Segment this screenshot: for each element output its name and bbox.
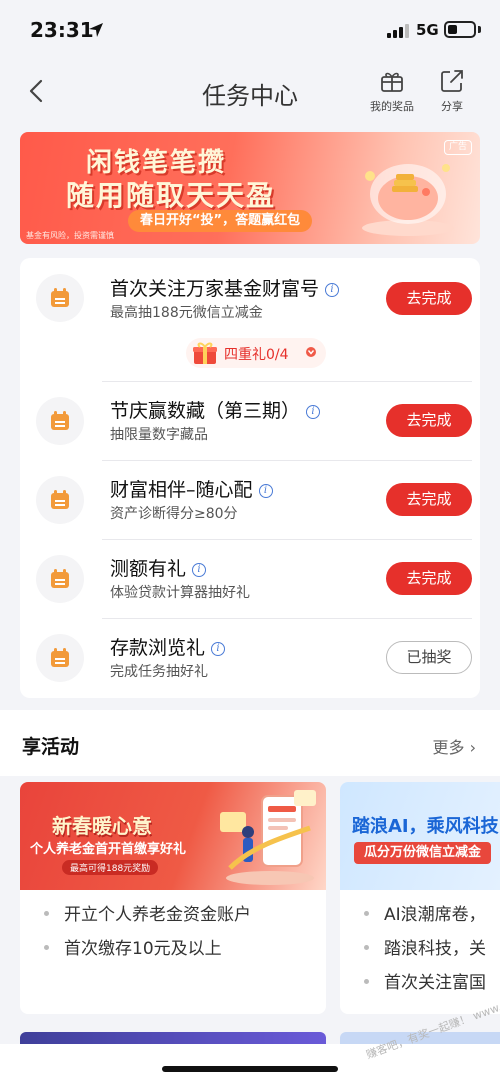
banner-subheadline: 随用随取天天盈 [66, 179, 277, 212]
info-icon[interactable]: i [306, 404, 321, 419]
next-section-peek [20, 1032, 326, 1044]
my-prizes-label: 我的奖品 [370, 100, 414, 113]
task-item: 节庆赢数藏（第三期） i 抽限量数字藏品 去完成 [20, 382, 480, 460]
info-icon[interactable]: i [258, 483, 273, 498]
info-icon[interactable]: i [325, 282, 340, 297]
activity-banner-title: 新春暖心意 [52, 814, 152, 838]
task-title-text: 节庆赢数藏（第三期） [110, 400, 301, 422]
calendar-icon [51, 490, 69, 509]
nav-bar: 任务中心 我的奖品 分享 [0, 62, 500, 122]
calendar-icon [51, 411, 69, 430]
activity-item: 开立个人养老金资金账户 [64, 905, 251, 925]
activity-item: 首次关注富国 [384, 973, 486, 993]
bullet-dot [364, 945, 369, 950]
share-button[interactable]: 分享 [422, 68, 482, 114]
activity-banner-subtitle: 瓜分万份微信立减金 [354, 842, 492, 864]
cellular-signal-icon [387, 24, 409, 38]
task-subtitle: 资产诊断得分≥80分 [110, 506, 238, 522]
activity-card[interactable]: 踏浪AI，乘风科技 瓜分万份微信立减金 AI浪潮席卷， 踏浪科技，关 首次关注富… [340, 782, 500, 1014]
bullet-dot [44, 945, 49, 950]
home-indicator[interactable] [162, 1066, 338, 1072]
promo-banner[interactable]: 闲钱笔笔攒 随用随取天天盈 春日开好“投”，答题赢红包 基金有风险，投资需谨慎 … [20, 132, 480, 244]
activity-banner-subtitle: 个人养老金首开首缴享好礼 [30, 842, 187, 857]
chevron-down-icon [306, 347, 316, 357]
info-icon[interactable]: i [211, 641, 226, 656]
piggy-bank-illustration [362, 164, 454, 236]
task-item: 财富相伴–随心配 i 资产诊断得分≥80分 去完成 [20, 461, 480, 539]
bullet-dot [44, 911, 49, 916]
activity-card[interactable]: 新春暖心意 个人养老金首开首缴享好礼 最高可得188元奖励 开立个人养老金资金账… [20, 782, 326, 1014]
home-bar-area [0, 1044, 500, 1083]
task-subtitle: 最高抽188元微信立减金 [110, 305, 263, 321]
task-subtitle: 体验贷款计算器抽好礼 [110, 585, 250, 601]
info-icon[interactable]: i [192, 562, 207, 577]
go-complete-button[interactable]: 去完成 [386, 404, 472, 437]
battery-icon [444, 21, 476, 38]
go-complete-button[interactable]: 去完成 [386, 282, 472, 315]
activity-banner: 踏浪AI，乘风科技 瓜分万份微信立减金 [340, 782, 500, 890]
my-prizes-button[interactable]: 我的奖品 [362, 68, 422, 114]
calendar-icon [51, 569, 69, 588]
gift-box-icon [193, 342, 217, 364]
task-title: 存款浏览礼 i [110, 633, 226, 660]
calendar-icon [51, 288, 69, 307]
task-list: 首次关注万家基金财富号 i 最高抽188元微信立减金 去完成 四重礼0/4 节庆… [20, 258, 480, 698]
bullet-dot [364, 979, 369, 984]
task-item: 存款浏览礼 i 完成任务抽好礼 已抽奖 [20, 619, 480, 697]
network-type: 5G [416, 21, 439, 39]
task-subtitle: 完成任务抽好礼 [110, 664, 208, 680]
task-subtitle: 抽限量数字藏品 [110, 427, 208, 443]
chevron-right-icon: › [469, 738, 476, 757]
task-title-text: 财富相伴–随心配 [110, 479, 253, 501]
task-item: 首次关注万家基金财富号 i 最高抽188元微信立减金 去完成 [20, 258, 480, 336]
section-title: 享活动 [22, 736, 80, 758]
task-item: 测额有礼 i 体验贷款计算器抽好礼 去完成 [20, 540, 480, 618]
task-icon-circle [36, 476, 84, 524]
banner-ribbon: 春日开好“投”，答题赢红包 [128, 210, 313, 232]
activity-banner-note: 最高可得188元奖励 [62, 860, 159, 875]
go-complete-button[interactable]: 去完成 [386, 483, 472, 516]
task-title-text: 存款浏览礼 [110, 637, 206, 659]
activity-item: 踏浪科技，关 [384, 939, 486, 959]
task-icon-circle [36, 555, 84, 603]
gift-icon [381, 72, 403, 92]
share-label: 分享 [441, 100, 463, 113]
more-link[interactable]: 更多 › [432, 734, 476, 758]
status-bar: 23:31 5G [0, 0, 500, 62]
banner-disclaimer: 基金有风险，投资需谨慎 [26, 231, 114, 240]
reward-label: 四重礼0/4 [224, 347, 289, 363]
location-arrow-icon [89, 23, 103, 37]
task-icon-circle [36, 274, 84, 322]
activities-header: 享活动 更多 › [0, 710, 500, 776]
more-label: 更多 [432, 738, 465, 757]
calendar-icon [51, 648, 69, 667]
bullet-dot [364, 911, 369, 916]
task-icon-circle [36, 397, 84, 445]
task-title: 节庆赢数藏（第三期） i [110, 396, 321, 423]
task-title: 首次关注万家基金财富号 i [110, 274, 340, 301]
activity-banner-title: 踏浪AI，乘风科技 [352, 816, 499, 837]
task-title: 测额有礼 i [110, 554, 207, 581]
go-complete-button[interactable]: 去完成 [386, 562, 472, 595]
reward-progress-pill[interactable]: 四重礼0/4 [186, 338, 326, 368]
pension-illustration [220, 790, 316, 885]
task-title-text: 首次关注万家基金财富号 [110, 278, 320, 300]
share-icon [441, 70, 463, 92]
activity-item: 首次缴存10元及以上 [64, 939, 222, 959]
task-title-text: 测额有礼 [110, 558, 187, 580]
task-title: 财富相伴–随心配 i [110, 475, 273, 502]
activity-item: AI浪潮席卷， [384, 905, 486, 925]
activity-banner: 新春暖心意 个人养老金首开首缴享好礼 最高可得188元奖励 [20, 782, 326, 890]
task-icon-circle [36, 634, 84, 682]
already-drawn-button[interactable]: 已抽奖 [386, 641, 472, 674]
battery-tip [478, 26, 481, 33]
status-time: 23:31 [30, 18, 94, 42]
